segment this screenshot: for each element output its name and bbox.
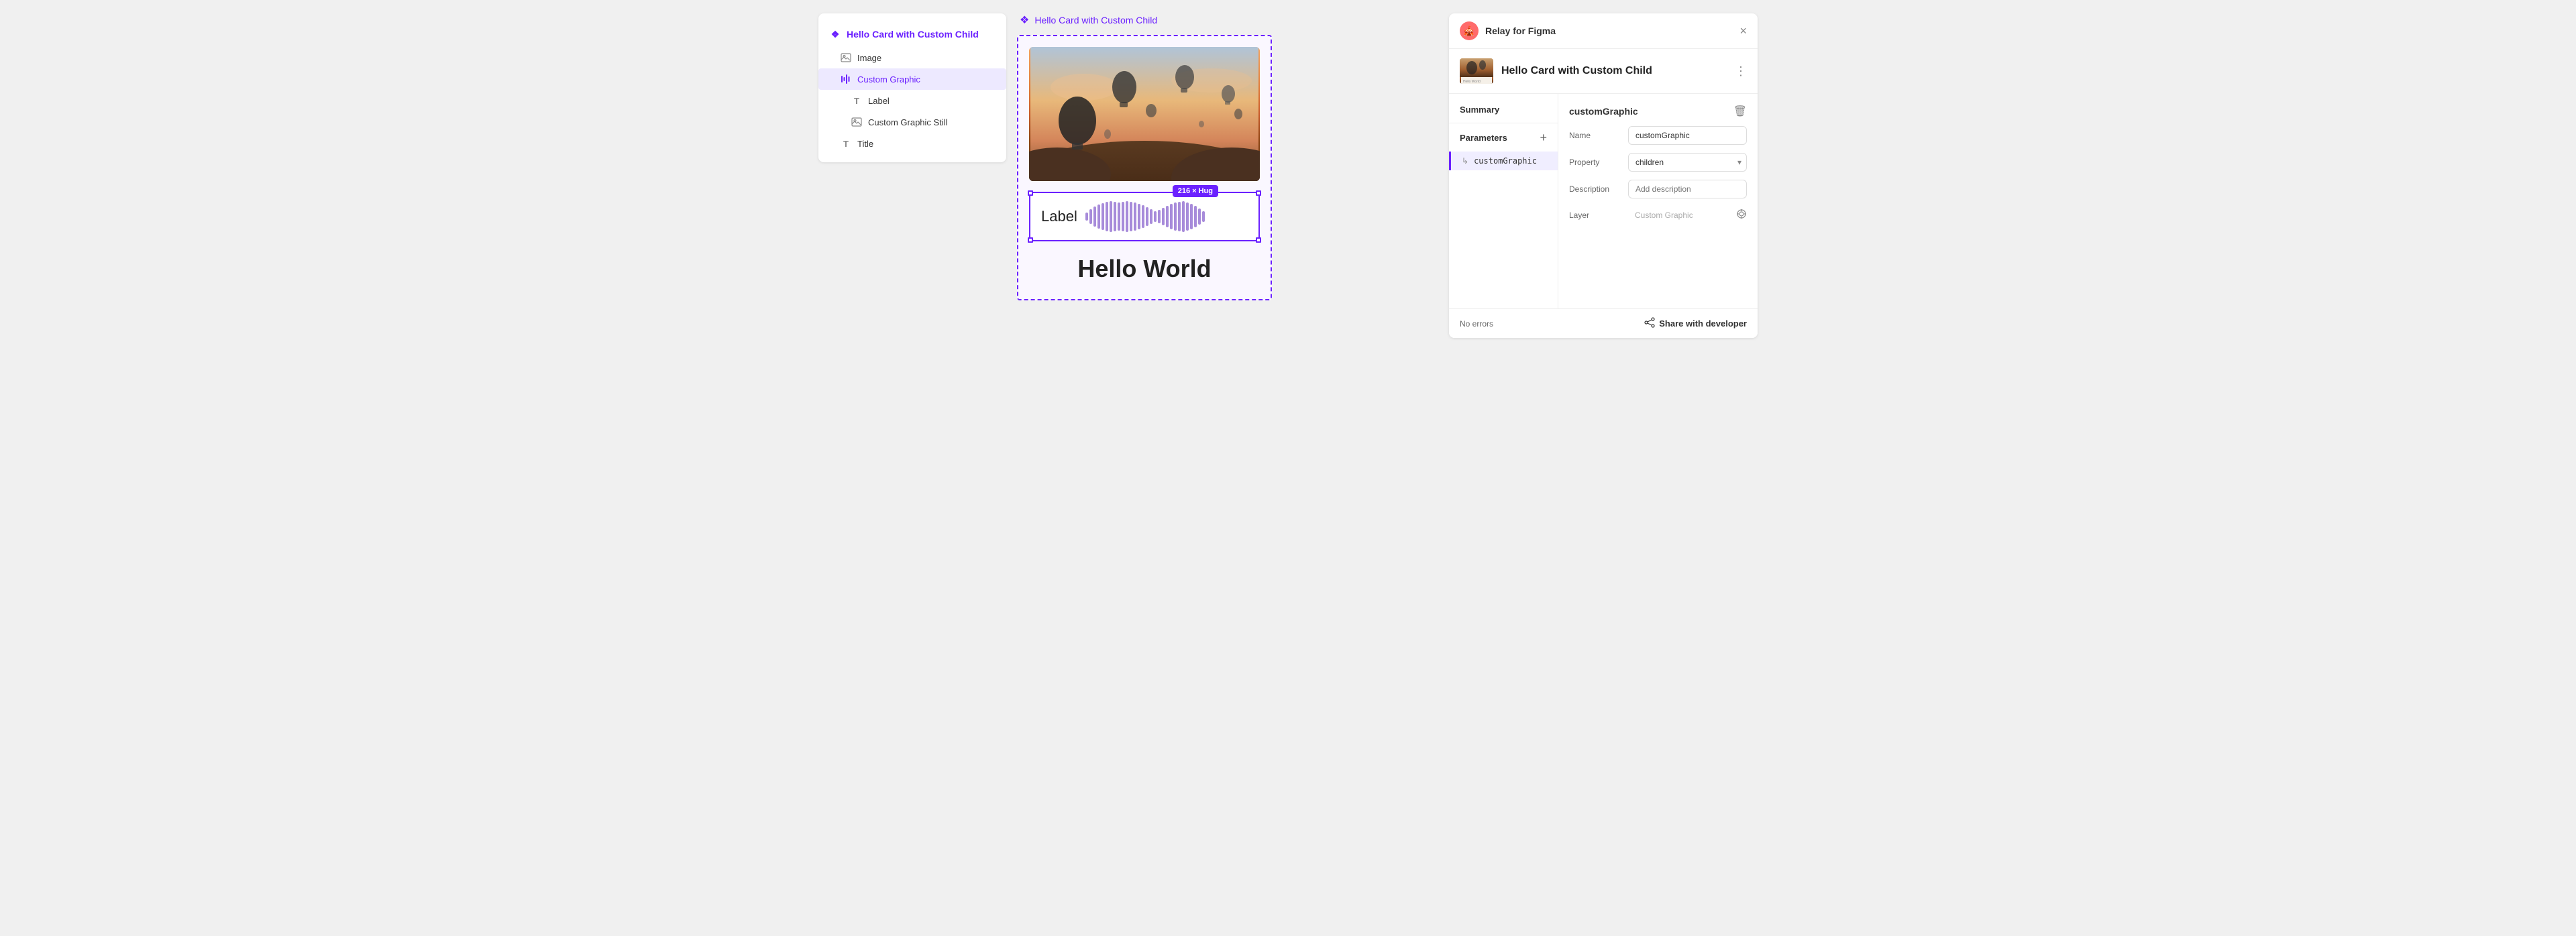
panel-left: Summary Parameters + ↳ customGraphic bbox=[1449, 94, 1558, 308]
resize-handle-bl[interactable] bbox=[1028, 237, 1033, 243]
resize-handle-tl[interactable] bbox=[1028, 190, 1033, 196]
panel-footer: No errors Share with developer bbox=[1449, 308, 1758, 338]
name-input[interactable] bbox=[1628, 126, 1747, 145]
more-button[interactable]: ⋮ bbox=[1735, 64, 1747, 78]
svg-text:Hello World: Hello World bbox=[1463, 80, 1481, 84]
layer-item-title-label: Title bbox=[857, 139, 873, 149]
component-header: Hello World Hello Card with Custom Child… bbox=[1449, 49, 1758, 94]
canvas-header-title: Hello Card with Custom Child bbox=[1034, 15, 1157, 25]
summary-title: Summary bbox=[1460, 105, 1499, 115]
parameters-title: Parameters bbox=[1460, 133, 1507, 143]
component-thumbnail: Hello World bbox=[1460, 58, 1493, 84]
no-errors-text: No errors bbox=[1460, 319, 1493, 329]
canvas-header: ❖ Hello Card with Custom Child bbox=[1017, 13, 1157, 27]
summary-section-header: Summary bbox=[1449, 105, 1558, 123]
close-button[interactable]: × bbox=[1739, 25, 1747, 37]
description-input[interactable] bbox=[1628, 180, 1747, 198]
description-field-label: Description bbox=[1569, 184, 1623, 194]
text-icon-label: T bbox=[851, 95, 863, 107]
relay-logo: 🎪 bbox=[1460, 21, 1479, 40]
waveform bbox=[1085, 201, 1248, 232]
add-parameter-button[interactable]: + bbox=[1540, 131, 1547, 143]
bars-icon bbox=[840, 73, 852, 85]
layer-panel: ❖ Hello Card with Custom Child Image bbox=[818, 13, 1006, 162]
share-label: Share with developer bbox=[1659, 318, 1747, 329]
label-text: Label bbox=[1041, 208, 1077, 225]
app-name: Relay for Figma bbox=[1485, 25, 1556, 36]
delete-param-button[interactable]: 🗑 bbox=[1733, 105, 1747, 118]
panel-header: 🎪 Relay for Figma × bbox=[1449, 13, 1758, 49]
share-icon bbox=[1644, 317, 1655, 330]
layer-item-image-label: Image bbox=[857, 53, 881, 63]
properties-panel: 🎪 Relay for Figma × bbox=[1449, 13, 1758, 338]
text-icon-title: T bbox=[840, 137, 852, 150]
canvas-header-diamond-icon: ❖ bbox=[1020, 13, 1029, 27]
diamond-icon: ❖ bbox=[829, 28, 841, 40]
layer-item-custom-graphic-still[interactable]: Custom Graphic Still bbox=[818, 111, 1006, 133]
image-still-icon bbox=[851, 116, 863, 128]
panel-header-left: 🎪 Relay for Figma bbox=[1460, 21, 1556, 40]
canvas-area: ❖ Hello Card with Custom Child bbox=[1017, 13, 1438, 300]
param-arrow-icon: ↳ bbox=[1462, 156, 1468, 166]
layer-item-custom-graphic[interactable]: Custom Graphic bbox=[818, 68, 1006, 90]
property-field-label: Property bbox=[1569, 158, 1623, 167]
resize-handle-br[interactable] bbox=[1256, 237, 1261, 243]
panel-body: Summary Parameters + ↳ customGraphic cus… bbox=[1449, 94, 1758, 308]
image-icon bbox=[840, 52, 852, 64]
param-item-custom-graphic[interactable]: ↳ customGraphic bbox=[1449, 152, 1558, 170]
description-field-row: Description bbox=[1569, 180, 1747, 198]
canvas-image bbox=[1029, 47, 1260, 181]
layer-item-root-label: Hello Card with Custom Child bbox=[847, 29, 979, 40]
canvas-frame: Label bbox=[1017, 35, 1272, 300]
hello-world-text: Hello World bbox=[1029, 247, 1260, 288]
panel-right: customGraphic 🗑 Name Property children c… bbox=[1558, 94, 1758, 308]
param-detail-header: customGraphic 🗑 bbox=[1569, 105, 1747, 118]
name-field-label: Name bbox=[1569, 131, 1623, 140]
size-badge: 216 × Hug bbox=[1173, 185, 1218, 197]
layer-item-title[interactable]: T Title bbox=[818, 133, 1006, 154]
share-button[interactable]: Share with developer bbox=[1644, 317, 1747, 330]
resize-handle-tr[interactable] bbox=[1256, 190, 1261, 196]
param-name: customGraphic bbox=[1474, 156, 1537, 166]
layer-field-label: Layer bbox=[1569, 211, 1623, 220]
target-layer-button[interactable] bbox=[1736, 209, 1747, 223]
layer-item-custom-graphic-still-label: Custom Graphic Still bbox=[868, 117, 947, 127]
property-field-row: Property children className style ▾ bbox=[1569, 153, 1747, 172]
component-title: Hello Card with Custom Child bbox=[1501, 65, 1727, 77]
layer-field-row: Layer Custom Graphic bbox=[1569, 207, 1747, 224]
layer-item-image[interactable]: Image bbox=[818, 47, 1006, 68]
property-select-wrapper: children className style ▾ bbox=[1628, 153, 1747, 172]
layer-item-custom-graphic-label: Custom Graphic bbox=[857, 74, 920, 84]
layer-item-label[interactable]: T Label bbox=[818, 90, 1006, 111]
layer-item-root[interactable]: ❖ Hello Card with Custom Child bbox=[818, 21, 1006, 47]
parameters-section-header: Parameters + bbox=[1449, 131, 1558, 152]
property-select[interactable]: children className style bbox=[1628, 153, 1747, 172]
name-field-row: Name bbox=[1569, 126, 1747, 145]
param-detail-name-label: customGraphic bbox=[1569, 106, 1638, 117]
custom-graphic-box: Label bbox=[1029, 192, 1260, 241]
layer-item-label-label: Label bbox=[868, 96, 890, 106]
layer-value: Custom Graphic bbox=[1628, 207, 1731, 224]
